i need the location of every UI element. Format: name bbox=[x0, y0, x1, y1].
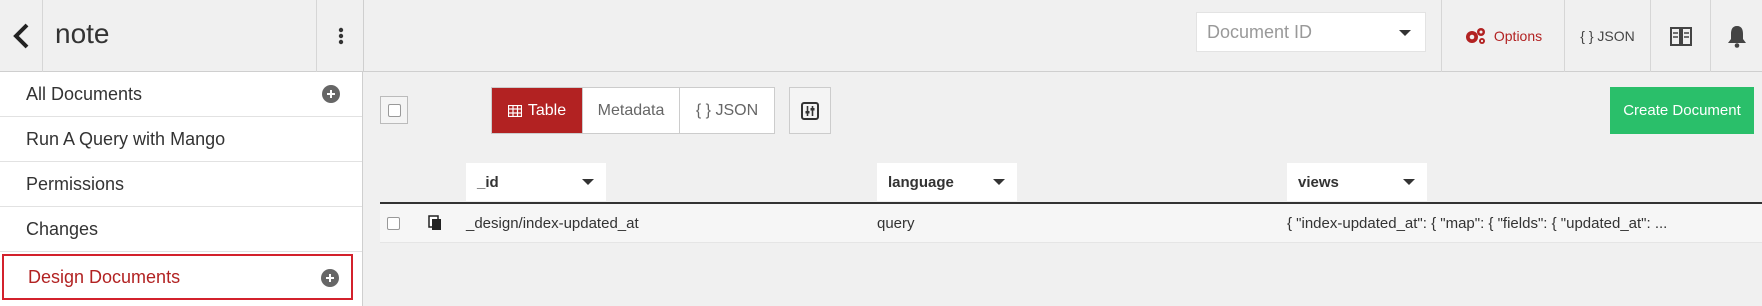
gears-icon bbox=[1465, 28, 1485, 44]
chevron-down-icon bbox=[1399, 30, 1411, 36]
document-id-select[interactable]: Document ID bbox=[1196, 12, 1426, 52]
sidebar-item-mango-query[interactable]: Run A Query with Mango bbox=[0, 117, 362, 162]
view-metadata-label: Metadata bbox=[597, 101, 665, 119]
chevron-down-icon[interactable] bbox=[582, 179, 594, 185]
view-table-button[interactable]: Table bbox=[492, 88, 583, 133]
sidebar-item-label: Permissions bbox=[26, 173, 125, 194]
cell-id: _design/index-updated_at bbox=[466, 215, 639, 232]
header: note Document ID Options { } JSON bbox=[0, 0, 1762, 72]
main-content: Table Metadata { } JSON Create Document … bbox=[363, 72, 1762, 306]
select-all-checkbox[interactable] bbox=[380, 96, 408, 124]
sidebar-item-label: Design Documents bbox=[28, 266, 181, 287]
column-header-views[interactable]: views bbox=[1287, 163, 1427, 201]
cell-views: { "index-updated_at": { "map": { "fields… bbox=[1287, 215, 1668, 232]
add-document-icon[interactable] bbox=[322, 85, 340, 103]
database-menu-button[interactable] bbox=[316, 0, 364, 72]
book-icon bbox=[1669, 27, 1692, 46]
view-metadata-button[interactable]: Metadata bbox=[583, 88, 680, 133]
sidebar-item-design-documents[interactable]: Design Documents bbox=[2, 254, 353, 300]
sidebar-item-label: Changes bbox=[26, 218, 99, 239]
chevron-down-icon[interactable] bbox=[1403, 179, 1415, 185]
column-settings-button[interactable] bbox=[789, 87, 831, 134]
sidebar-item-label: All Documents bbox=[26, 83, 143, 104]
column-header-id[interactable]: _id bbox=[466, 163, 606, 201]
table-icon bbox=[507, 104, 522, 117]
options-button[interactable]: Options bbox=[1441, 0, 1564, 72]
header-divider bbox=[363, 0, 364, 72]
json-label: { } JSON bbox=[1580, 28, 1635, 44]
table-row[interactable]: _design/index-updated_at query { "index-… bbox=[380, 204, 1762, 243]
sidebar-item-all-documents[interactable]: All Documents bbox=[0, 72, 362, 117]
create-document-button[interactable]: Create Document bbox=[1610, 87, 1754, 134]
view-toggle: Table Metadata { } JSON bbox=[491, 87, 775, 134]
sidebar-item-permissions[interactable]: Permissions bbox=[0, 162, 362, 207]
json-api-button[interactable]: { } JSON bbox=[1564, 0, 1650, 72]
documentation-button[interactable] bbox=[1650, 0, 1710, 72]
sidebar-item-label: Run A Query with Mango bbox=[26, 128, 226, 149]
document-id-placeholder: Document ID bbox=[1207, 21, 1313, 42]
column-header-label: language bbox=[888, 173, 954, 191]
column-header-label: _id bbox=[477, 173, 499, 191]
options-label: Options bbox=[1493, 28, 1543, 44]
add-design-document-icon[interactable] bbox=[321, 269, 339, 287]
column-header-label: views bbox=[1298, 173, 1339, 191]
notifications-button[interactable] bbox=[1710, 0, 1762, 72]
chevron-down-icon[interactable] bbox=[993, 179, 1005, 185]
row-checkbox[interactable] bbox=[387, 217, 400, 230]
view-table-label: Table bbox=[527, 101, 567, 119]
view-json-label: { } JSON bbox=[695, 101, 759, 119]
app: note Document ID Options { } JSON All Do… bbox=[0, 0, 1762, 306]
bell-icon bbox=[1727, 26, 1746, 48]
view-json-button[interactable]: { } JSON bbox=[680, 88, 774, 133]
column-header-language[interactable]: language bbox=[877, 163, 1017, 201]
checkbox-box bbox=[387, 103, 401, 117]
sliders-icon bbox=[801, 101, 819, 120]
cell-language: query bbox=[877, 215, 915, 232]
chevron-left-icon bbox=[13, 23, 29, 49]
back-button[interactable] bbox=[0, 0, 43, 72]
sidebar: All Documents Run A Query with Mango Per… bbox=[0, 72, 363, 306]
database-title: note bbox=[55, 18, 110, 49]
copy-icon[interactable] bbox=[428, 215, 442, 235]
kebab-menu-icon bbox=[338, 27, 343, 45]
sidebar-item-changes[interactable]: Changes bbox=[0, 207, 362, 252]
